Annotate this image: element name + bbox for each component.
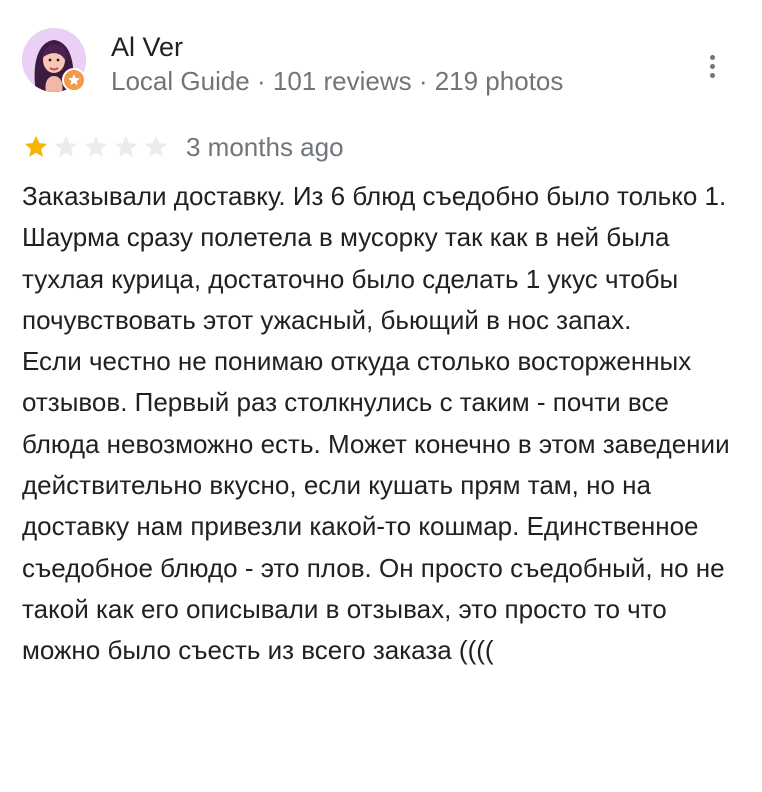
review-card: Al Ver Local Guide · 101 reviews · 219 p… <box>0 0 762 792</box>
more-options-button[interactable] <box>694 48 730 84</box>
review-date: 3 months ago <box>186 132 344 162</box>
star-filled-icon <box>24 135 48 157</box>
more-vert-icon-dot <box>709 72 715 78</box>
review-text: Заказывали доставку. Из 6 блюд съедобно … <box>22 176 744 672</box>
star-empty-icon <box>114 135 138 157</box>
star-empty-icon <box>54 135 78 157</box>
avatar[interactable] <box>22 28 86 92</box>
star-rating <box>22 133 170 161</box>
review-paragraph: Если честно не понимаю откуда столько во… <box>22 346 730 666</box>
rating-row: 3 months ago <box>22 130 344 164</box>
more-vert-icon <box>709 54 715 60</box>
review-paragraph: Заказывали доставку. Из 6 блюд съедобно … <box>22 181 727 335</box>
star-empty-icon <box>84 135 108 157</box>
more-vert-icon-dot <box>709 63 715 69</box>
star-empty-icon <box>144 135 168 157</box>
author-meta[interactable]: Local Guide · 101 reviews · 219 photos <box>111 64 563 98</box>
local-guide-star-icon <box>62 68 86 92</box>
author-name[interactable]: Al Ver <box>111 30 183 64</box>
